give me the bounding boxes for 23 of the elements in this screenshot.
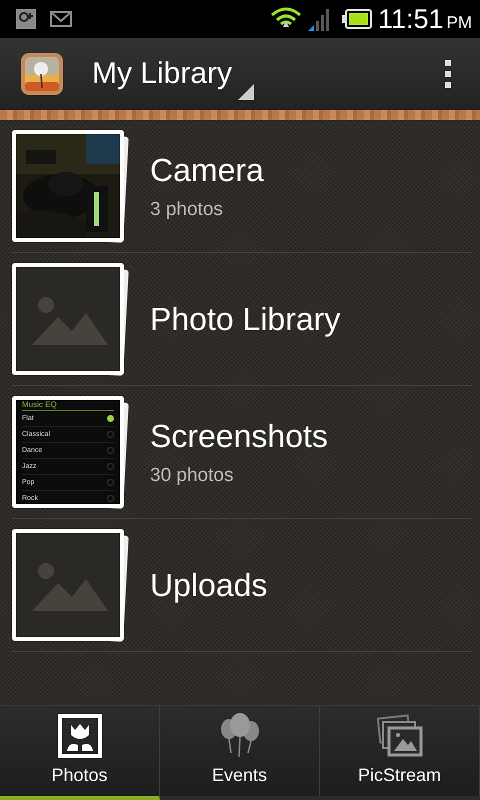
- album-title[interactable]: Photo Library: [150, 300, 340, 338]
- signal-icon: [308, 7, 330, 31]
- dropdown-icon[interactable]: [238, 84, 254, 100]
- photo-count: 3 photos: [150, 198, 224, 220]
- tab[interactable]: Events: [160, 706, 320, 800]
- photo-count: 30 photos: [150, 464, 234, 486]
- photo-stack-icon: [376, 713, 422, 759]
- menu-icon[interactable]: [442, 60, 454, 88]
- album-title[interactable]: Uploads: [150, 566, 268, 604]
- tab[interactable]: PicStream: [320, 706, 480, 800]
- mail-icon: [50, 11, 72, 27]
- album-thumbnail[interactable]: [12, 529, 124, 641]
- app-icon[interactable]: [20, 52, 64, 96]
- screenshot-title: Music EQ: [22, 400, 114, 411]
- google-plus-icon: [16, 9, 36, 29]
- album-title[interactable]: Screenshots: [150, 418, 328, 454]
- status-time: 11:51 PM: [378, 4, 472, 34]
- library-title[interactable]: My Library: [92, 54, 232, 94]
- tulip-icon: [56, 713, 102, 759]
- album-title[interactable]: Camera: [150, 152, 264, 188]
- battery-icon: [342, 8, 372, 30]
- album-thumbnail[interactable]: [12, 263, 124, 375]
- tab[interactable]: Photos: [0, 706, 160, 800]
